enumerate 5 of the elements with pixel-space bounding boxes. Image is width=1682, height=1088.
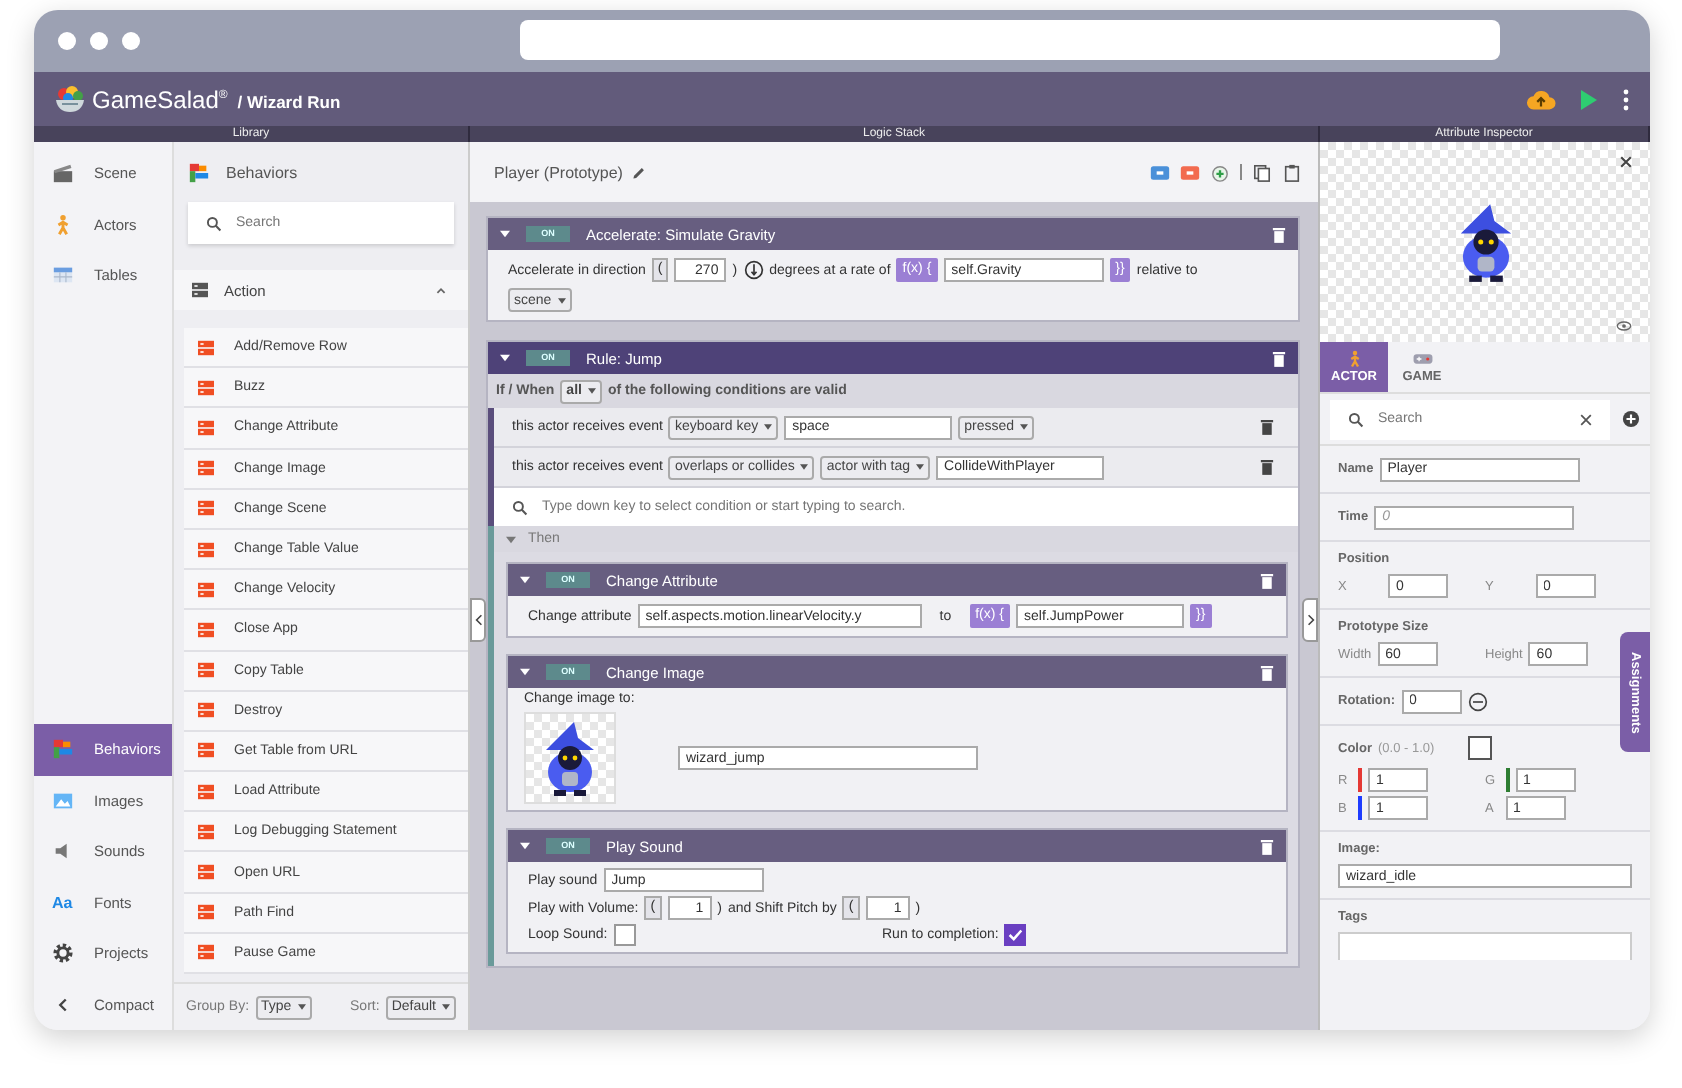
actor-title: Player (Prototype)	[494, 163, 623, 181]
font-icon: Aa	[52, 893, 74, 912]
library-title: Behaviors	[226, 163, 298, 181]
project-name: / Wizard Run	[237, 92, 341, 112]
brand-name: GameSalad$^{®}$	[92, 85, 228, 113]
